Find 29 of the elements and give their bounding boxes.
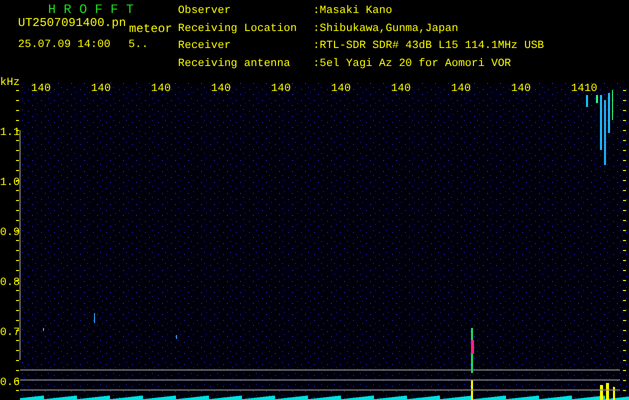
time-label: 0.8	[0, 277, 20, 289]
time-label: 0.6	[0, 377, 20, 389]
mode-label: meteor	[129, 23, 172, 35]
time-label: 0.9	[0, 227, 20, 239]
frequency-label: 140	[91, 83, 111, 95]
date-time: 25.07.09 14:00	[18, 39, 110, 51]
info-label: Receiving Location	[178, 22, 298, 36]
unit-label: kHz	[0, 77, 20, 89]
app-title: H R O F F T	[48, 2, 135, 17]
info-label: Observer	[178, 5, 232, 19]
info-value: :Shibukawa,Gunma,Japan	[313, 22, 460, 36]
frequency-label: 140	[271, 83, 291, 95]
info-value: :5el Yagi Az 20 for Aomori VOR	[313, 58, 512, 72]
frequency-label: 140	[331, 83, 351, 95]
frequency-label: 140	[31, 83, 51, 95]
count-label: 5..	[128, 39, 148, 51]
frequency-label: 140	[391, 83, 411, 95]
frequency-label: 140	[511, 83, 531, 95]
frequency-label: 140	[211, 83, 231, 95]
info-value: :Masaki Kano	[313, 5, 394, 19]
frequency-label: 140	[151, 83, 171, 95]
file-name: UT2507091400.pn	[18, 17, 126, 32]
info-value: :RTL-SDR SDR# 43dB L15 114.1MHz USB	[313, 40, 544, 54]
time-label: 1.1	[0, 127, 20, 139]
time-label: 0.7	[0, 327, 20, 339]
info-label: Receiving antenna	[178, 58, 292, 72]
frequency-label: 1410	[571, 83, 598, 95]
info-label: Receiver	[178, 40, 232, 54]
frequency-label: 140	[451, 83, 471, 95]
